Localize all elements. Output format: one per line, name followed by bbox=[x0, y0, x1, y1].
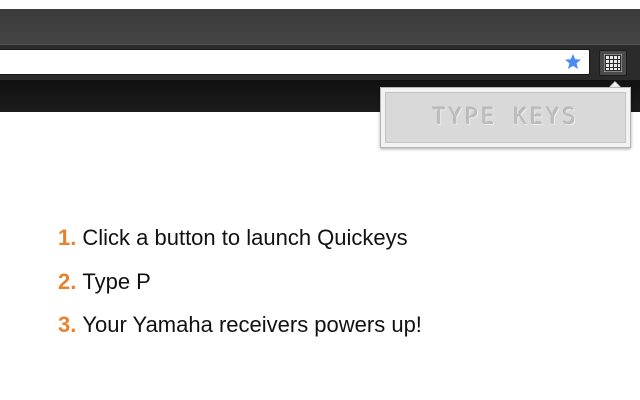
window-titlebar bbox=[0, 0, 640, 9]
quickeys-popup: TYPE KEYS bbox=[380, 87, 631, 148]
instruction-steps: 1. Click a button to launch Quickeys 2. Ty… bbox=[58, 222, 422, 353]
browser-toolbar bbox=[0, 44, 640, 80]
step-2: 2. Type P bbox=[58, 266, 422, 310]
address-bar[interactable] bbox=[0, 49, 590, 75]
step-number: 3. bbox=[58, 312, 77, 337]
step-1: 1. Click a button to launch Quickeys bbox=[58, 222, 422, 266]
step-number: 2. bbox=[58, 268, 77, 294]
step-text: Type P bbox=[82, 268, 151, 294]
type-keys-display: TYPE KEYS bbox=[385, 92, 626, 143]
browser-tabstrip bbox=[0, 9, 640, 44]
star-icon[interactable] bbox=[563, 52, 583, 72]
step-3: 3. Your Yamaha receivers powers up! bbox=[58, 309, 422, 353]
step-text: Click a button to launch Quickeys bbox=[82, 225, 408, 250]
step-number: 1. bbox=[58, 225, 77, 250]
step-text: Your Yamaha receivers powers up! bbox=[82, 312, 422, 337]
page: TYPE KEYS 1. Click a button to launch Qui… bbox=[0, 0, 640, 400]
quickeys-extension-button[interactable] bbox=[599, 50, 627, 76]
keypad-grid-icon bbox=[604, 54, 622, 72]
